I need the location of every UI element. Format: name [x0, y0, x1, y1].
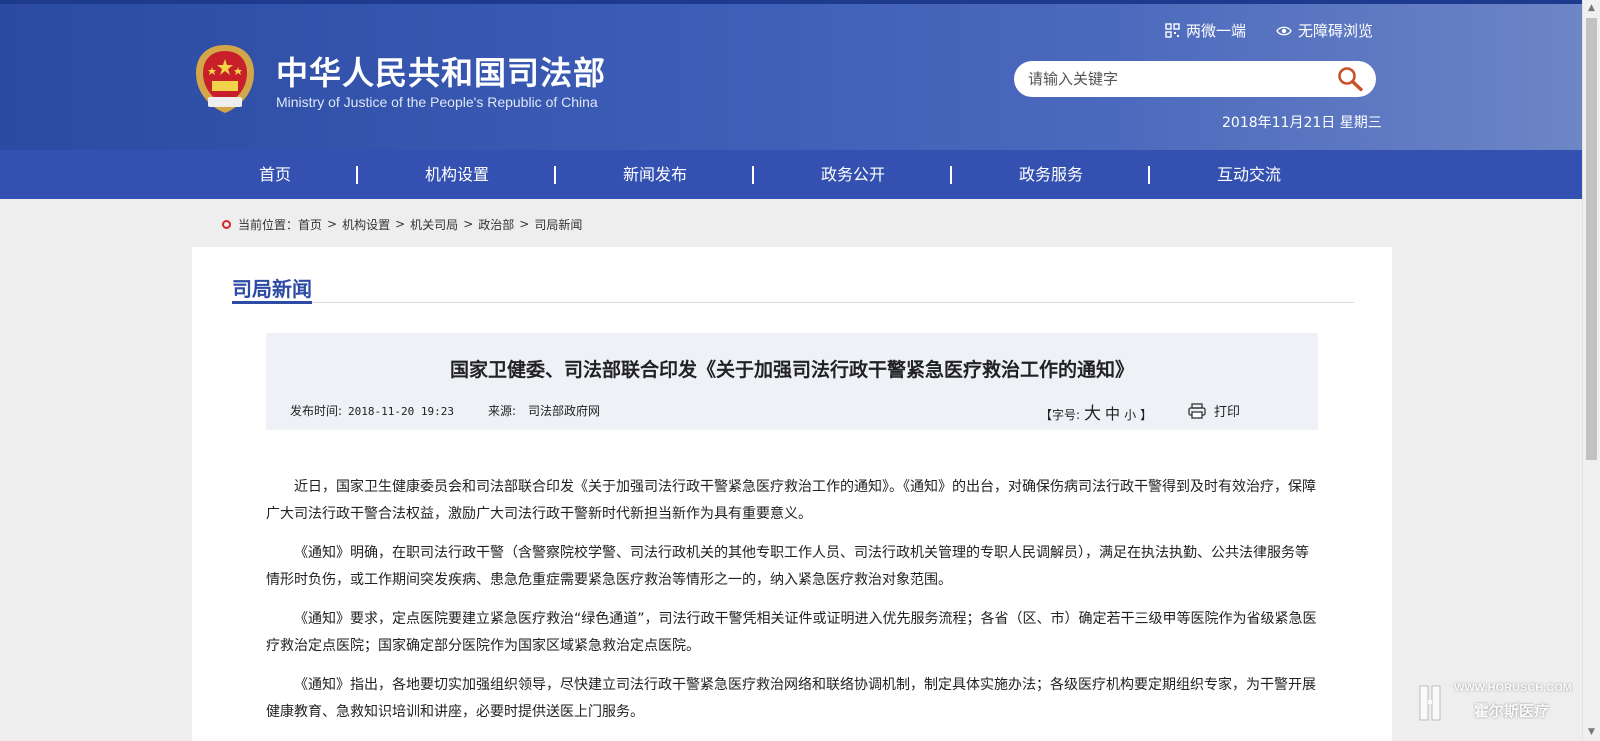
- nav-item-interaction[interactable]: 互动交流: [1150, 150, 1348, 199]
- watermark-logo-icon: [1419, 685, 1441, 721]
- publish-time: 发布时间: 2018-11-20 19:23: [290, 402, 454, 419]
- search-input[interactable]: [1028, 67, 1328, 91]
- qr-code-icon: [1165, 23, 1180, 38]
- section-divider: [232, 302, 1354, 303]
- mobile-link-label: 两微一端: [1186, 22, 1247, 40]
- print-button[interactable]: 打印: [1188, 401, 1240, 420]
- breadcrumb-separator: >: [327, 217, 338, 231]
- source-label: 来源:: [488, 404, 517, 418]
- print-label: 打印: [1214, 405, 1241, 420]
- font-size-medium-button[interactable]: 中: [1105, 403, 1120, 424]
- watermark: WWW.HORUSCH.COM 霍尔斯医疗: [1410, 680, 1582, 728]
- publish-time-label: 发布时间:: [290, 404, 343, 418]
- article-paragraph: 《通知》指出，各地要切实加强组织领导，尽快建立司法行政干警紧急医疗救治网络和联络…: [266, 677, 1316, 720]
- header-top-border: [0, 0, 1582, 4]
- mobile-link[interactable]: 两微一端: [1165, 20, 1246, 41]
- watermark-name: 霍尔斯医疗: [1474, 702, 1550, 720]
- article-paragraph: 《通知》明确，在职司法行政干警（含警察院校学警、司法行政机关的其他专职工作人员、…: [266, 545, 1309, 588]
- breadcrumb-item-political-department[interactable]: 政治部: [478, 216, 514, 233]
- location-dot-icon: [222, 219, 231, 229]
- font-size-large-button[interactable]: 大: [1084, 399, 1101, 424]
- article-paragraph: 《通知》要求，定点医院要建立紧急医疗救治“绿色通道”，司法行政干警凭相关证件或证…: [266, 611, 1317, 654]
- source-value: 司法部政府网: [528, 404, 601, 418]
- breadcrumb-item-home[interactable]: 首页: [298, 216, 322, 233]
- accessibility-link-label: 无障碍浏览: [1298, 22, 1374, 40]
- site-name-en[interactable]: Ministry of Justice of the People's Repu…: [276, 94, 598, 110]
- scrollbar-thumb[interactable]: [1586, 18, 1597, 460]
- watermark-url: WWW.HORUSCH.COM: [1454, 682, 1572, 694]
- nav-item-government-services[interactable]: 政务服务: [952, 150, 1150, 199]
- site-header: 中华人民共和国司法部 Ministry of Justice of the Pe…: [0, 0, 1582, 150]
- scroll-down-arrow-icon[interactable]: ▼: [1583, 724, 1600, 741]
- font-size-close: 】: [1140, 408, 1153, 422]
- section-divider-accent: [232, 301, 312, 304]
- vertical-scrollbar[interactable]: ▲ ▼: [1582, 0, 1600, 741]
- section-title: 司局新闻: [232, 277, 312, 301]
- eye-icon: [1276, 26, 1292, 35]
- article-title: 国家卫健委、司法部联合印发《关于加强司法行政干警紧急医疗救治工作的通知》: [449, 359, 1134, 381]
- main-nav: 首页 机构设置 新闻发布 政务公开 政务服务 互动交流: [0, 150, 1582, 199]
- breadcrumb-item-department-news[interactable]: 司局新闻: [534, 216, 582, 233]
- national-emblem-icon[interactable]: [192, 43, 258, 115]
- font-size-label: 【字号:: [1040, 408, 1081, 422]
- site-name-cn[interactable]: 中华人民共和国司法部: [276, 48, 606, 94]
- accessibility-link[interactable]: 无障碍浏览: [1276, 20, 1373, 41]
- breadcrumb-item-organization[interactable]: 机构设置: [342, 216, 390, 233]
- breadcrumb-separator: >: [463, 217, 474, 231]
- nav-item-home[interactable]: 首页: [176, 150, 374, 199]
- article-paragraph: 近日，国家卫生健康委员会和司法部联合印发《关于加强司法行政干警紧急医疗救治工作的…: [266, 479, 1316, 522]
- article-body: 近日，国家卫生健康委员会和司法部联合印发《关于加强司法行政干警紧急医疗救治工作的…: [266, 474, 1318, 738]
- nav-item-government-affairs[interactable]: 政务公开: [754, 150, 952, 199]
- nav-item-organization[interactable]: 机构设置: [358, 150, 556, 199]
- breadcrumb-prefix: 当前位置：: [238, 217, 299, 232]
- scroll-up-arrow-icon[interactable]: ▲: [1583, 0, 1600, 17]
- breadcrumb-separator: >: [519, 217, 530, 231]
- printer-icon: [1188, 402, 1206, 419]
- breadcrumb-separator: >: [395, 217, 406, 231]
- article-header: 国家卫健委、司法部联合印发《关于加强司法行政干警紧急医疗救治工作的通知》 发布时…: [266, 333, 1318, 430]
- font-size-small-button[interactable]: 小: [1124, 406, 1136, 423]
- search-box: [1014, 61, 1376, 97]
- breadcrumb: 当前位置： 首页 > 机构设置 > 机关司局 > 政治部 > 司局新闻: [222, 214, 582, 234]
- breadcrumb-item-departments[interactable]: 机关司局: [410, 216, 458, 233]
- nav-item-news[interactable]: 新闻发布: [556, 150, 754, 199]
- article-source: 来源: 司法部政府网: [488, 402, 600, 419]
- publish-time-value: 2018-11-20 19:23: [348, 405, 455, 418]
- font-size-control: 【字号: 大 中 小 】: [1040, 399, 1152, 424]
- page: 中华人民共和国司法部 Ministry of Justice of the Pe…: [0, 0, 1600, 741]
- current-date: 2018年11月21日 星期三: [1222, 115, 1382, 131]
- search-icon[interactable]: [1336, 66, 1364, 92]
